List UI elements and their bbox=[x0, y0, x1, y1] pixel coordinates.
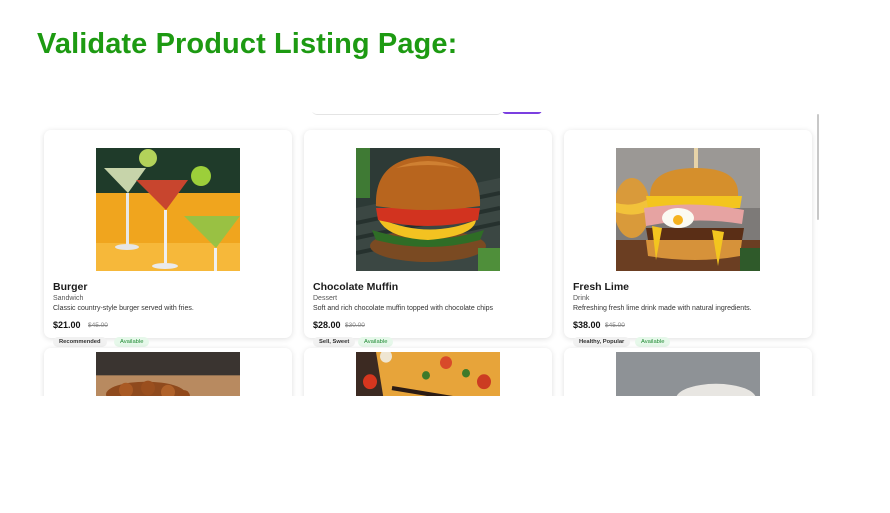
product-price: $28.00 bbox=[313, 320, 341, 330]
product-tags-badge: Sell, Sweet bbox=[313, 337, 356, 347]
product-name[interactable]: Fresh Lime bbox=[573, 281, 629, 293]
burger-image bbox=[616, 148, 760, 271]
product-description: Refreshing fresh lime drink made with na… bbox=[573, 305, 752, 312]
status-badge: Available bbox=[114, 337, 150, 347]
product-listing-viewport[interactable]: Burger Sandwich Classic country-style bu… bbox=[40, 112, 820, 396]
product-description: Soft and rich chocolate muffin topped wi… bbox=[313, 305, 494, 312]
search-button[interactable] bbox=[502, 112, 542, 114]
product-category: Drink bbox=[573, 295, 590, 302]
product-tags-badge: Healthy, Popular bbox=[573, 337, 631, 347]
product-description: Classic country-style burger served with… bbox=[53, 305, 194, 312]
status-badge: Available bbox=[358, 337, 394, 347]
product-old-price: $45.00 bbox=[88, 322, 108, 329]
product-card[interactable] bbox=[304, 348, 552, 396]
product-card[interactable] bbox=[44, 348, 292, 396]
product-category: Sandwich bbox=[53, 295, 84, 302]
product-card[interactable] bbox=[564, 348, 812, 396]
product-category: Dessert bbox=[313, 295, 338, 302]
food-image bbox=[96, 352, 240, 396]
product-name[interactable]: Chocolate Muffin bbox=[313, 281, 398, 293]
product-old-price: $30.00 bbox=[345, 322, 365, 329]
food-image bbox=[616, 352, 760, 396]
search-input[interactable] bbox=[312, 112, 502, 115]
status-badge: Available bbox=[635, 337, 671, 347]
page-title: Validate Product Listing Page: bbox=[37, 28, 458, 60]
product-price: $38.00 bbox=[573, 320, 601, 330]
cocktails-image bbox=[96, 148, 240, 271]
product-old-price: $45.00 bbox=[605, 322, 625, 329]
product-card[interactable]: Burger Sandwich Classic country-style bu… bbox=[44, 130, 292, 347]
product-price: $21.00 bbox=[53, 320, 81, 330]
product-name[interactable]: Burger bbox=[53, 281, 87, 293]
product-card[interactable]: Fresh Lime Drink Refreshing fresh lime d… bbox=[564, 130, 812, 347]
scrollbar[interactable] bbox=[817, 114, 819, 220]
pizza-image bbox=[356, 352, 500, 396]
product-tags-badge: Recommended bbox=[53, 337, 107, 347]
burger-image bbox=[356, 148, 500, 271]
product-card[interactable]: Chocolate Muffin Dessert Soft and rich c… bbox=[304, 130, 552, 347]
